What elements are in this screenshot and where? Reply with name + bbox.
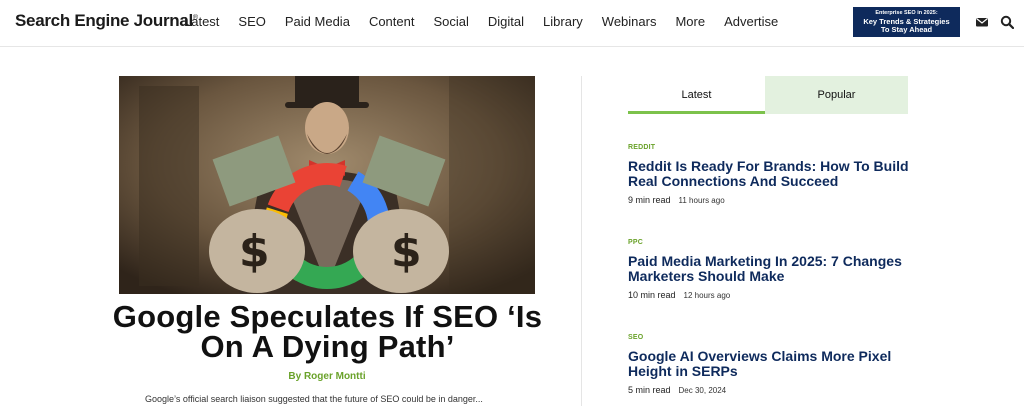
ad-line-2: Key Trends & Strategies xyxy=(863,16,950,26)
nav-more[interactable]: More xyxy=(675,14,705,29)
feature-image[interactable]: $ $ xyxy=(119,76,535,294)
feature-headline[interactable]: Google Speculates If SEO ‘Is On A Dying … xyxy=(100,301,555,362)
nav-seo[interactable]: SEO xyxy=(238,14,265,29)
nav-latest[interactable]: Latest xyxy=(184,14,219,29)
sidebar-article: REDDIT Reddit Is Ready For Brands: How T… xyxy=(628,144,918,205)
article-category[interactable]: SEO xyxy=(628,334,918,341)
nav-digital[interactable]: Digital xyxy=(488,14,524,29)
read-time: 9 min read xyxy=(628,195,671,205)
published-time: Dec 30, 2024 xyxy=(678,386,727,395)
sidebar-tabs: Latest Popular xyxy=(628,76,908,114)
article-title[interactable]: Reddit Is Ready For Brands: How To Build… xyxy=(628,159,918,189)
site-logo[interactable]: Search Engine Journal® xyxy=(15,11,198,31)
nav-webinars[interactable]: Webinars xyxy=(602,14,657,29)
logo-text: Search Engine Journal xyxy=(15,11,193,30)
tab-latest[interactable]: Latest xyxy=(628,76,765,114)
top-navigation: Search Engine Journal® Latest SEO Paid M… xyxy=(0,0,1024,47)
byline-prefix: By xyxy=(288,371,302,382)
author-link[interactable]: Roger Montti xyxy=(304,371,366,382)
search-icon[interactable] xyxy=(1000,13,1018,31)
article-meta: 10 min read 12 hours ago xyxy=(628,290,918,300)
nav-content[interactable]: Content xyxy=(369,14,415,29)
mail-icon[interactable] xyxy=(975,13,993,31)
article-title[interactable]: Google AI Overviews Claims More Pixel He… xyxy=(628,349,918,379)
ad-line-1: Enterprise SEO in 2025: xyxy=(875,10,938,16)
article-meta: 5 min read Dec 30, 2024 xyxy=(628,385,918,395)
svg-text:$: $ xyxy=(239,226,270,277)
feature-teaser: Google’s official search liaison suggest… xyxy=(145,394,483,404)
nav-library[interactable]: Library xyxy=(543,14,583,29)
tab-popular[interactable]: Popular xyxy=(765,76,908,114)
nav-paid-media[interactable]: Paid Media xyxy=(285,14,350,29)
article-category[interactable]: REDDIT xyxy=(628,144,918,151)
column-divider xyxy=(581,76,582,406)
sidebar-article: PPC Paid Media Marketing In 2025: 7 Chan… xyxy=(628,239,918,300)
ad-line-3: To Stay Ahead xyxy=(880,25,933,34)
byline: By Roger Montti xyxy=(119,371,535,382)
article-category[interactable]: PPC xyxy=(628,239,918,246)
nav-social[interactable]: Social xyxy=(433,14,468,29)
nav-advertise[interactable]: Advertise xyxy=(724,14,778,29)
published-time: 12 hours ago xyxy=(683,291,731,300)
read-time: 10 min read xyxy=(628,290,676,300)
sidebar-article: SEO Google AI Overviews Claims More Pixe… xyxy=(628,334,918,395)
article-meta: 9 min read 11 hours ago xyxy=(628,195,918,205)
svg-text:$: $ xyxy=(391,226,422,277)
enterprise-seo-ad-banner[interactable]: Enterprise SEO in 2025: Key Trends & Str… xyxy=(853,7,960,37)
read-time: 5 min read xyxy=(628,385,671,395)
published-time: 11 hours ago xyxy=(678,196,725,205)
main-menu: Latest SEO Paid Media Content Social Dig… xyxy=(184,14,797,29)
article-title[interactable]: Paid Media Marketing In 2025: 7 Changes … xyxy=(628,254,918,284)
